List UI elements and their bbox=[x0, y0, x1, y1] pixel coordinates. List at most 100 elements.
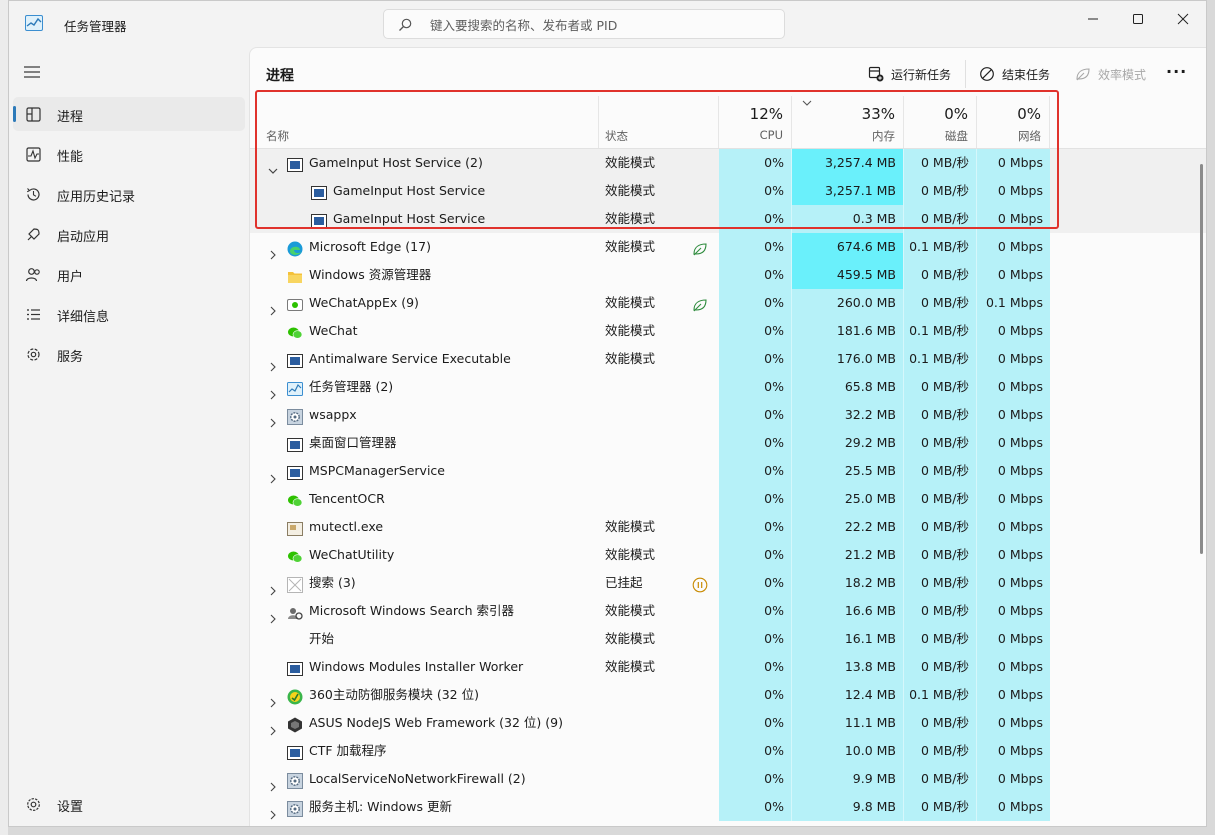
table-row[interactable]: CTF 加载程序 0% 10.0 MB 0 MB/秒 0 Mbps bbox=[250, 737, 1206, 765]
efficiency-mode-button[interactable]: 效率模式 bbox=[1075, 64, 1146, 84]
table-row[interactable]: WeChat 效能模式 0% 181.6 MB 0.1 MB/秒 0 Mbps bbox=[250, 317, 1206, 345]
network-cell: 0 Mbps bbox=[977, 513, 1050, 541]
cpu-cell: 0% bbox=[719, 177, 792, 205]
chevron-right-icon[interactable] bbox=[268, 690, 278, 708]
table-row[interactable]: GameInput Host Service 效能模式 0% 0.3 MB 0 MB/秒… bbox=[250, 205, 1206, 233]
status-cell bbox=[599, 261, 719, 289]
chevron-right-icon[interactable] bbox=[268, 774, 278, 792]
table-row[interactable]: GameInput Host Service 效能模式 0% 3,257.1 MB 0 … bbox=[250, 177, 1206, 205]
status-text: 效能模式 bbox=[605, 631, 656, 646]
table-row[interactable]: 任务管理器 (2) 0% 65.8 MB 0 MB/秒 0 Mbps bbox=[250, 373, 1206, 401]
table-row[interactable]: LocalServiceNoNetworkFirewall (2) 0% 9.9 M… bbox=[250, 765, 1206, 793]
table-row[interactable]: mutectl.exe 效能模式 0% 22.2 MB 0 MB/秒 0 Mbps bbox=[250, 513, 1206, 541]
column-network[interactable]: 0% 网络 bbox=[977, 96, 1050, 148]
memory-cell: 12.4 MB bbox=[792, 681, 904, 709]
sidebar-item-details[interactable]: 详细信息 bbox=[13, 297, 245, 331]
cpu-cell: 0% bbox=[719, 681, 792, 709]
gear-icon bbox=[287, 799, 303, 817]
table-row[interactable]: 360主动防御服务模块 (32 位) 0% 12.4 MB 0.1 MB/秒 0 Mbp… bbox=[250, 681, 1206, 709]
vertical-scrollbar[interactable] bbox=[1200, 164, 1203, 554]
table-row[interactable]: Windows Modules Installer Worker 效能模式 0% 13… bbox=[250, 653, 1206, 681]
sidebar-item-app-history[interactable]: 应用历史记录 bbox=[13, 177, 245, 211]
process-name: GameInput Host Service (2) bbox=[309, 155, 483, 170]
column-disk-label: 磁盘 bbox=[945, 129, 968, 143]
memory-cell: 0.3 MB bbox=[792, 205, 904, 233]
chevron-right-icon[interactable] bbox=[268, 802, 278, 820]
table-row[interactable]: wsappx 0% 32.2 MB 0 MB/秒 0 Mbps bbox=[250, 401, 1206, 429]
process-name: WeChatAppEx (9) bbox=[309, 295, 419, 310]
cpu-cell: 0% bbox=[719, 485, 792, 513]
chevron-right-icon[interactable] bbox=[268, 718, 278, 736]
cpu-cell: 0% bbox=[719, 597, 792, 625]
memory-cell: 18.2 MB bbox=[792, 569, 904, 597]
column-status[interactable]: 状态 bbox=[599, 96, 719, 148]
table-row[interactable]: Microsoft Windows Search 索引器 效能模式 0% 16.6 M… bbox=[250, 597, 1206, 625]
chevron-right-icon[interactable] bbox=[268, 354, 278, 372]
chevron-right-icon[interactable] bbox=[268, 410, 278, 428]
table-row[interactable]: Windows 资源管理器 0% 459.5 MB 0 MB/秒 0 Mbps bbox=[250, 261, 1206, 289]
chevron-right-icon[interactable] bbox=[268, 298, 278, 316]
sidebar-item-performance[interactable]: 性能 bbox=[13, 137, 245, 171]
disk-cell: 0 MB/秒 bbox=[904, 289, 977, 317]
process-name: 任务管理器 (2) bbox=[309, 379, 394, 394]
sidebar-item-settings[interactable]: 设置 bbox=[13, 787, 245, 821]
maximize-button[interactable] bbox=[1115, 5, 1161, 33]
column-disk[interactable]: 0% 磁盘 bbox=[904, 96, 977, 148]
hamburger-menu-icon[interactable] bbox=[23, 65, 41, 79]
chevron-down-icon[interactable] bbox=[268, 158, 278, 174]
end-task-button[interactable]: 结束任务 bbox=[979, 64, 1050, 84]
sidebar-item-users[interactable]: 用户 bbox=[13, 257, 245, 291]
search-input[interactable] bbox=[428, 15, 772, 35]
folder-icon bbox=[287, 267, 303, 283]
process-name-cell: Windows Modules Installer Worker bbox=[250, 653, 599, 681]
nodejs-icon bbox=[287, 715, 303, 733]
run-new-task-label: 运行新任务 bbox=[891, 67, 952, 82]
table-row[interactable]: MSPCManagerService 0% 25.5 MB 0 MB/秒 0 Mbps bbox=[250, 457, 1206, 485]
table-row[interactable]: ASUS NodeJS Web Framework (32 位) (9) 0% 11… bbox=[250, 709, 1206, 737]
minimize-icon bbox=[1088, 18, 1098, 20]
table-row[interactable]: GameInput Host Service (2) 效能模式 0% 3,257.4 … bbox=[250, 149, 1206, 177]
process-name-cell: 360主动防御服务模块 (32 位) bbox=[250, 681, 599, 709]
more-options-button[interactable]: ··· bbox=[1166, 62, 1187, 81]
column-name[interactable]: 名称 bbox=[250, 96, 599, 148]
maximize-icon bbox=[1133, 14, 1143, 24]
chevron-right-icon[interactable] bbox=[268, 382, 278, 400]
memory-cell: 3,257.1 MB bbox=[792, 177, 904, 205]
table-row[interactable]: 服务主机: Windows 更新 0% 9.8 MB 0 MB/秒 0 Mbps bbox=[250, 793, 1206, 821]
table-row[interactable]: 搜索 (3) 已挂起 0% 18.2 MB 0 MB/秒 0 Mbps bbox=[250, 569, 1206, 597]
service-window-icon bbox=[311, 211, 327, 228]
sidebar-item-startup[interactable]: 启动应用 bbox=[13, 217, 245, 251]
network-cell: 0 Mbps bbox=[977, 261, 1050, 289]
run-new-task-button[interactable]: 运行新任务 bbox=[868, 64, 951, 84]
chevron-right-icon[interactable] bbox=[268, 242, 278, 260]
table-row[interactable]: TencentOCR 0% 25.0 MB 0 MB/秒 0 Mbps bbox=[250, 485, 1206, 513]
service-window-icon bbox=[287, 351, 303, 368]
disk-cell: 0 MB/秒 bbox=[904, 261, 977, 289]
table-row[interactable]: 开始 效能模式 0% 16.1 MB 0 MB/秒 0 Mbps bbox=[250, 625, 1206, 653]
cpu-cell: 0% bbox=[719, 345, 792, 373]
minimize-button[interactable] bbox=[1070, 5, 1116, 33]
status-text: 效能模式 bbox=[605, 351, 656, 366]
column-memory[interactable]: 33% 内存 bbox=[792, 96, 904, 148]
sidebar-item-services[interactable]: 服务 bbox=[13, 337, 245, 371]
status-cell bbox=[599, 401, 719, 429]
disk-cell: 0 MB/秒 bbox=[904, 625, 977, 653]
chevron-right-icon[interactable] bbox=[268, 578, 278, 596]
status-cell bbox=[599, 709, 719, 737]
search-box[interactable] bbox=[383, 9, 785, 39]
sidebar-item-processes[interactable]: 进程 bbox=[13, 97, 245, 131]
close-button[interactable] bbox=[1160, 5, 1206, 33]
column-cpu[interactable]: 12% CPU bbox=[719, 96, 792, 148]
table-row[interactable]: Microsoft Edge (17) 效能模式 0% 674.6 MB 0.1 MB/… bbox=[250, 233, 1206, 261]
process-name-cell: mutectl.exe bbox=[250, 513, 599, 541]
360-icon bbox=[287, 687, 303, 705]
network-cell: 0 Mbps bbox=[977, 401, 1050, 429]
table-row[interactable]: Antimalware Service Executable 效能模式 0% 176.… bbox=[250, 345, 1206, 373]
table-row[interactable]: WeChatAppEx (9) 效能模式 0% 260.0 MB 0 MB/秒 0.1 M… bbox=[250, 289, 1206, 317]
disk-cell: 0 MB/秒 bbox=[904, 149, 977, 177]
table-row[interactable]: WeChatUtility 效能模式 0% 21.2 MB 0 MB/秒 0 Mbps bbox=[250, 541, 1206, 569]
chevron-right-icon[interactable] bbox=[268, 466, 278, 484]
process-name: Windows Modules Installer Worker bbox=[309, 659, 524, 674]
table-row[interactable]: 桌面窗口管理器 0% 29.2 MB 0 MB/秒 0 Mbps bbox=[250, 429, 1206, 457]
chevron-right-icon[interactable] bbox=[268, 606, 278, 624]
